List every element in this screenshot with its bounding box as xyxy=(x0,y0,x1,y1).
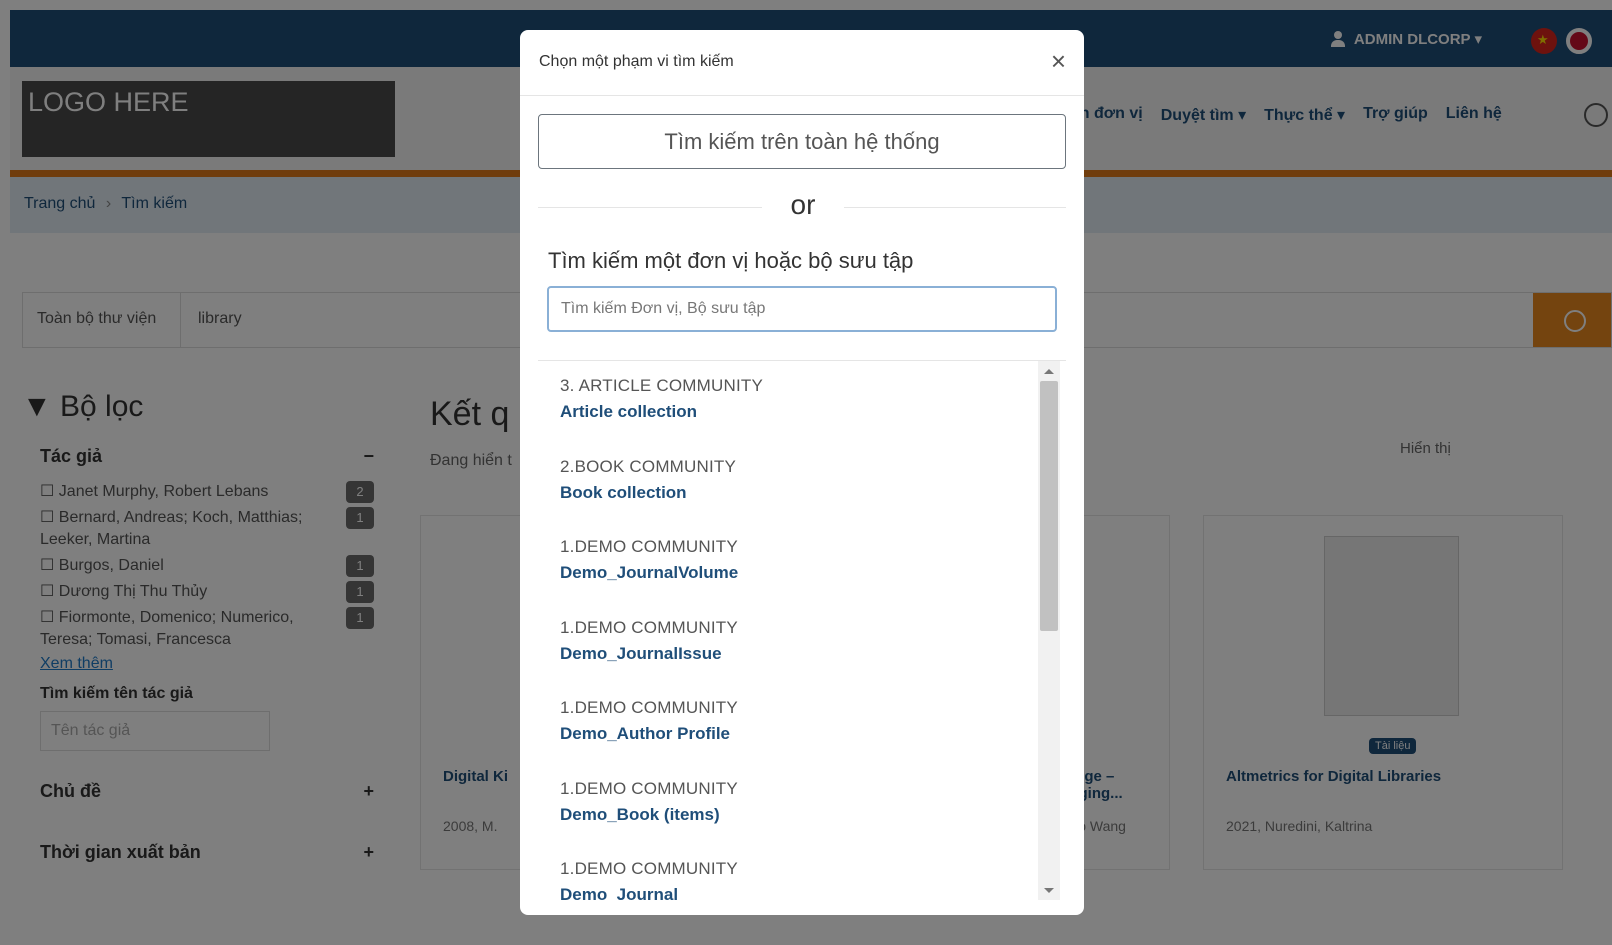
list-item[interactable]: 1.DEMO COMMUNITY Demo_Author Profile xyxy=(538,683,1038,764)
list-item-name: Demo_Book (items) xyxy=(560,804,720,824)
list-item[interactable]: 1.DEMO COMMUNITY Demo_JournalVolume xyxy=(538,522,1038,603)
list-item-parent: 1.DEMO COMMUNITY xyxy=(560,537,738,556)
list-item-name: Book collection xyxy=(560,482,687,502)
list-item-parent: 2.BOOK COMMUNITY xyxy=(560,456,737,476)
list-item[interactable]: 1.DEMO COMMUNITY Demo_Book (items) xyxy=(538,764,1038,845)
scrollbar-thumb[interactable] xyxy=(1040,381,1058,631)
close-icon[interactable]: × xyxy=(1051,48,1066,74)
scrollbar[interactable] xyxy=(1038,361,1060,900)
scope-list-items: 3. ARTICLE COMMUNITY Article collection … xyxy=(538,361,1038,900)
list-item[interactable]: 1.DEMO COMMUNITY Demo_JournalIssue xyxy=(538,603,1038,684)
list-item-name: Demo_JournalVolume xyxy=(560,563,739,582)
list-item-name: Article collection xyxy=(560,402,697,421)
scope-search-input[interactable] xyxy=(547,286,1057,332)
scope-modal: Chọn một phạm vi tìm kiếm × Tìm kiếm trê… xyxy=(520,30,1084,915)
list-item-name: Demo_JournalIssue xyxy=(560,643,722,663)
scroll-up-icon[interactable] xyxy=(1044,369,1054,374)
find-scope-label: Tìm kiếm một đơn vị hoặc bộ sưu tập xyxy=(548,248,914,273)
list-item-parent: 1.DEMO COMMUNITY xyxy=(560,859,738,878)
list-item-name: Demo_Journal xyxy=(560,885,679,900)
scroll-down-icon[interactable] xyxy=(1044,888,1054,893)
or-separator: or xyxy=(762,185,844,225)
list-item[interactable]: 2.BOOK COMMUNITY Book collection xyxy=(538,442,1038,523)
list-item-parent: 1.DEMO COMMUNITY xyxy=(560,617,738,637)
modal-header: Chọn một phạm vi tìm kiếm × xyxy=(520,30,1084,96)
modal-title: Chọn một phạm vi tìm kiếm xyxy=(539,53,734,70)
search-all-button[interactable]: Tìm kiếm trên toàn hệ thống xyxy=(538,114,1066,169)
scope-list: 3. ARTICLE COMMUNITY Article collection … xyxy=(538,360,1066,900)
list-item-name: Demo_Author Profile xyxy=(560,724,731,743)
list-item[interactable]: 3. ARTICLE COMMUNITY Article collection xyxy=(538,361,1038,442)
list-item-parent: 1.DEMO COMMUNITY xyxy=(560,698,738,717)
list-item-parent: 3. ARTICLE COMMUNITY xyxy=(560,376,763,395)
list-item[interactable]: 1.DEMO COMMUNITY Demo_Journal xyxy=(538,844,1038,900)
list-item-parent: 1.DEMO COMMUNITY xyxy=(560,778,738,798)
